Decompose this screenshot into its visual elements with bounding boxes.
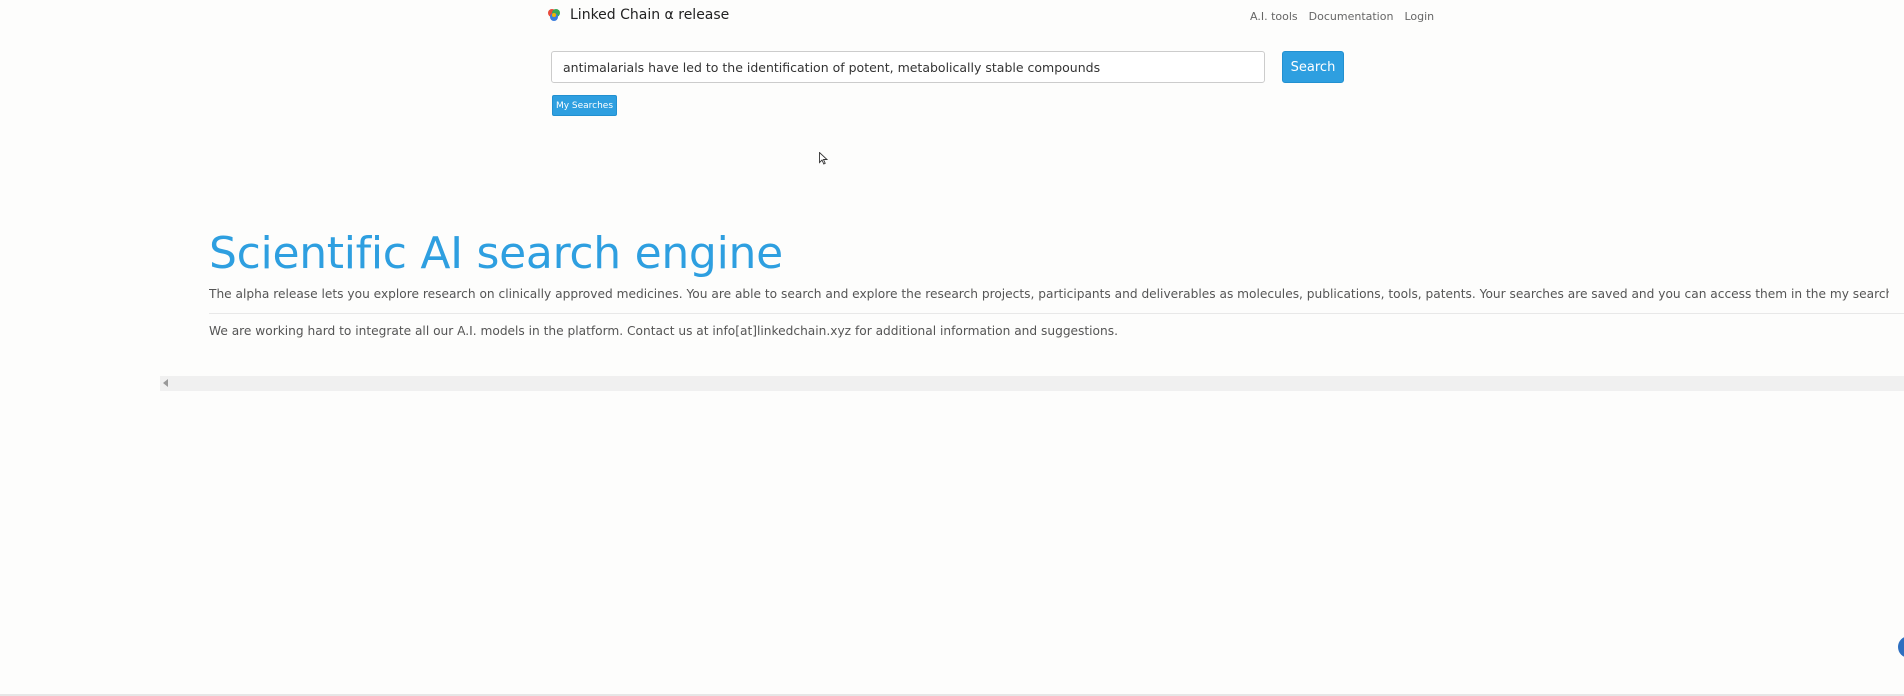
hero-divider [209,313,1904,314]
nav-link-login[interactable]: Login [1404,10,1434,23]
top-nav: A.I. tools Documentation Login [1250,10,1434,23]
linked-chain-logo-icon [548,9,560,21]
horizontal-scrollbar[interactable] [160,376,1904,391]
my-searches-button[interactable]: My Searches [552,95,617,116]
hero-description: The alpha release lets you explore resea… [209,287,1889,301]
scroll-left-arrow-icon[interactable] [163,379,168,387]
mouse-cursor-icon [819,152,828,165]
page: Linked Chain α release A.I. tools Docume… [0,0,1904,696]
chat-widget-button[interactable] [1898,636,1904,658]
hero-contact-text: We are working hard to integrate all our… [209,324,1118,338]
search-button[interactable]: Search [1282,51,1344,83]
hero-title: Scientific AI search engine [209,228,783,279]
nav-link-ai-tools[interactable]: A.I. tools [1250,10,1298,23]
search-input[interactable] [551,51,1265,83]
brand-link[interactable]: Linked Chain α release [546,7,729,23]
nav-link-documentation[interactable]: Documentation [1309,10,1394,23]
brand-name: Linked Chain α release [570,7,730,23]
